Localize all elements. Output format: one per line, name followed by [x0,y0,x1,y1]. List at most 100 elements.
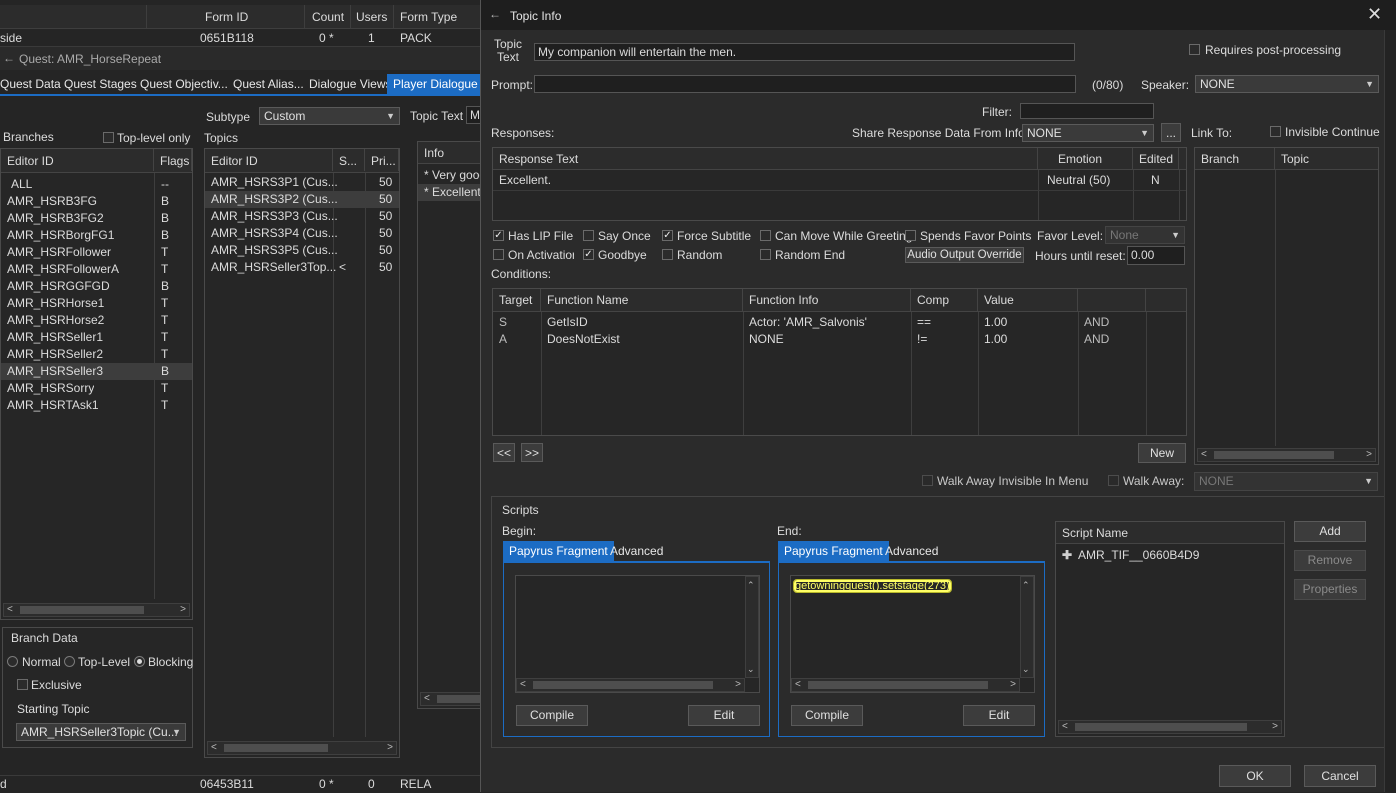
branch-row[interactable]: AMR_HSRHorse2 T [1,312,192,329]
requires-post-processing-checkbox[interactable] [1189,44,1200,55]
topic-row[interactable]: AMR_HSRS3P1 (Cus... 50 [205,174,399,191]
end-tab-advanced[interactable]: Advanced [879,541,944,561]
branch-row[interactable]: AMR_HSRBorgFG1 B [1,227,192,244]
remove-script-button[interactable]: Remove [1294,550,1366,571]
prev-condition-button[interactable]: << [493,443,515,462]
ok-button[interactable]: OK [1219,765,1291,787]
column-editor-id[interactable]: Editor ID [1,149,154,171]
spends-favor-points-checkbox[interactable] [905,230,916,241]
begin-compile-button[interactable]: Compile [516,705,588,726]
goodbye-checkbox[interactable]: ✓ [583,249,594,260]
begin-edit-button[interactable]: Edit [688,705,760,726]
add-script-button[interactable]: Add [1294,521,1366,542]
column-emotion[interactable]: Emotion [1038,148,1133,169]
branch-row[interactable]: AMR_HSRSeller3 B [1,363,192,380]
column-branch[interactable]: Branch [1195,148,1275,169]
top-level-radio[interactable] [64,656,75,667]
column-value[interactable]: Value [978,289,1078,311]
topic-row[interactable]: AMR_HSRS3P2 (Cus... 50 [205,191,399,208]
subtype-select[interactable]: Custom ▼ [259,107,400,125]
audio-output-override-button[interactable]: Audio Output Override [905,247,1024,263]
branches-hscroll[interactable]: < > [3,603,190,617]
column-flags[interactable]: Flags [154,149,192,171]
topics-hscroll[interactable]: < > [207,741,397,755]
condition-row[interactable]: A DoesNotExist NONE != 1.00 AND [493,331,1186,348]
begin-vscroll[interactable]: ⌃ ⌄ [745,576,759,678]
column-function-name[interactable]: Function Name [541,289,743,311]
favor-level-select[interactable]: None ▼ [1105,226,1185,244]
branch-row[interactable]: AMR_HSRSeller1 T [1,329,192,346]
hours-until-reset-input[interactable]: 0.00 [1127,246,1185,265]
column-topic-priority[interactable]: Pri... [365,149,399,171]
branch-row[interactable]: AMR_HSRGGFGD B [1,278,192,295]
column-comp[interactable]: Comp [911,289,978,311]
share-response-select[interactable]: NONE ▼ [1022,124,1154,142]
topic-row[interactable]: AMR_HSRS3P5 (Cus... 50 [205,242,399,259]
column-response-text[interactable]: Response Text [493,148,1038,169]
tab-quest-data[interactable]: Quest Data [0,74,67,94]
condition-row[interactable]: S GetIsID Actor: 'AMR_Salvonis' == 1.00 AND [493,314,1186,331]
filter-input[interactable] [1020,103,1154,119]
begin-tab-advanced[interactable]: Advanced [604,541,669,561]
script-properties-button[interactable]: Properties [1294,579,1366,600]
close-icon[interactable]: ✕ [1367,4,1382,25]
random-checkbox[interactable] [662,249,673,260]
info-row[interactable]: * Very good [418,167,486,184]
tab-quest-objectives[interactable]: Quest Objectiv... [134,74,234,94]
branch-row[interactable]: AMR_HSRSeller2 T [1,346,192,363]
script-row[interactable]: ✚ AMR_TIF__0660B4D9 [1056,547,1284,564]
invisible-continue-checkbox[interactable] [1270,126,1281,137]
walk-away-checkbox[interactable] [1108,475,1119,486]
branch-row[interactable]: ALL -- [1,176,192,193]
random-end-checkbox[interactable] [760,249,771,260]
walk-away-invisible-checkbox[interactable] [922,475,933,486]
branch-row[interactable]: AMR_HSRFollowerA T [1,261,192,278]
prompt-input[interactable] [534,75,1076,93]
say-once-checkbox[interactable] [583,230,594,241]
begin-hscroll[interactable]: < > [516,678,745,692]
topic-row[interactable]: AMR_HSRSeller3Top... <50 [205,259,399,276]
end-compile-button[interactable]: Compile [791,705,863,726]
blocking-radio[interactable] [134,656,145,667]
branch-row[interactable]: AMR_HSRHorse1 T [1,295,192,312]
cancel-button[interactable]: Cancel [1304,765,1376,787]
info-hscroll[interactable]: < [420,692,486,706]
column-topic-s[interactable]: S... [333,149,365,171]
on-activation-checkbox[interactable] [493,249,504,260]
branch-row[interactable]: AMR_HSRB3FG B [1,193,192,210]
column-topic[interactable]: Topic [1275,148,1378,169]
info-row[interactable]: * Excellent. [418,184,486,201]
column-edited[interactable]: Edited [1133,148,1179,169]
link-to-hscroll[interactable]: < > [1197,448,1376,462]
tab-dialogue-views[interactable]: Dialogue Views [303,74,398,94]
column-users[interactable]: Users [356,10,387,24]
tab-quest-aliases[interactable]: Quest Alias... [227,74,310,94]
speaker-select[interactable]: NONE ▼ [1195,75,1379,93]
force-subtitle-checkbox[interactable]: ✓ [662,230,673,241]
topic-text-input[interactable]: My companion will entertain the men. [534,43,1075,61]
end-vscroll[interactable]: ⌃ ⌄ [1020,576,1034,678]
tab-quest-stages[interactable]: Quest Stages [58,74,143,94]
branch-row[interactable]: AMR_HSRSorry T [1,380,192,397]
column-function-info[interactable]: Function Info [743,289,911,311]
next-condition-button[interactable]: >> [521,443,543,462]
begin-code-editor[interactable]: ⌃ ⌄ < > [515,575,760,693]
column-count[interactable]: Count [312,10,344,24]
end-hscroll[interactable]: < > [791,678,1020,692]
topic-row[interactable]: AMR_HSRS3P4 (Cus... 50 [205,225,399,242]
has-lip-file-checkbox[interactable]: ✓ [493,230,504,241]
column-operator[interactable] [1078,289,1146,311]
column-form-id[interactable]: Form ID [205,10,248,24]
column-topic-editor-id[interactable]: Editor ID [205,149,333,171]
starting-topic-select[interactable]: AMR_HSRSeller3Topic (Cu... ▼ [16,723,186,741]
share-response-browse-button[interactable]: ... [1161,123,1181,142]
end-code-editor[interactable]: getowningquest().setstage(273) ⌃ ⌄ < > [790,575,1035,693]
column-form-type[interactable]: Form Type [400,10,457,24]
tab-player-dialogue[interactable]: Player Dialogue [387,74,484,94]
top-level-only-checkbox[interactable] [103,132,114,143]
form-table-row-bottom[interactable]: d 06453B11 0 * 0 RELA [0,775,480,792]
begin-tab-papyrus[interactable]: Papyrus Fragment [503,541,614,561]
can-move-while-greeting-checkbox[interactable] [760,230,771,241]
exclusive-checkbox[interactable] [17,679,28,690]
form-table-row[interactable]: side 0651B118 0 * 1 PACK [0,30,480,46]
